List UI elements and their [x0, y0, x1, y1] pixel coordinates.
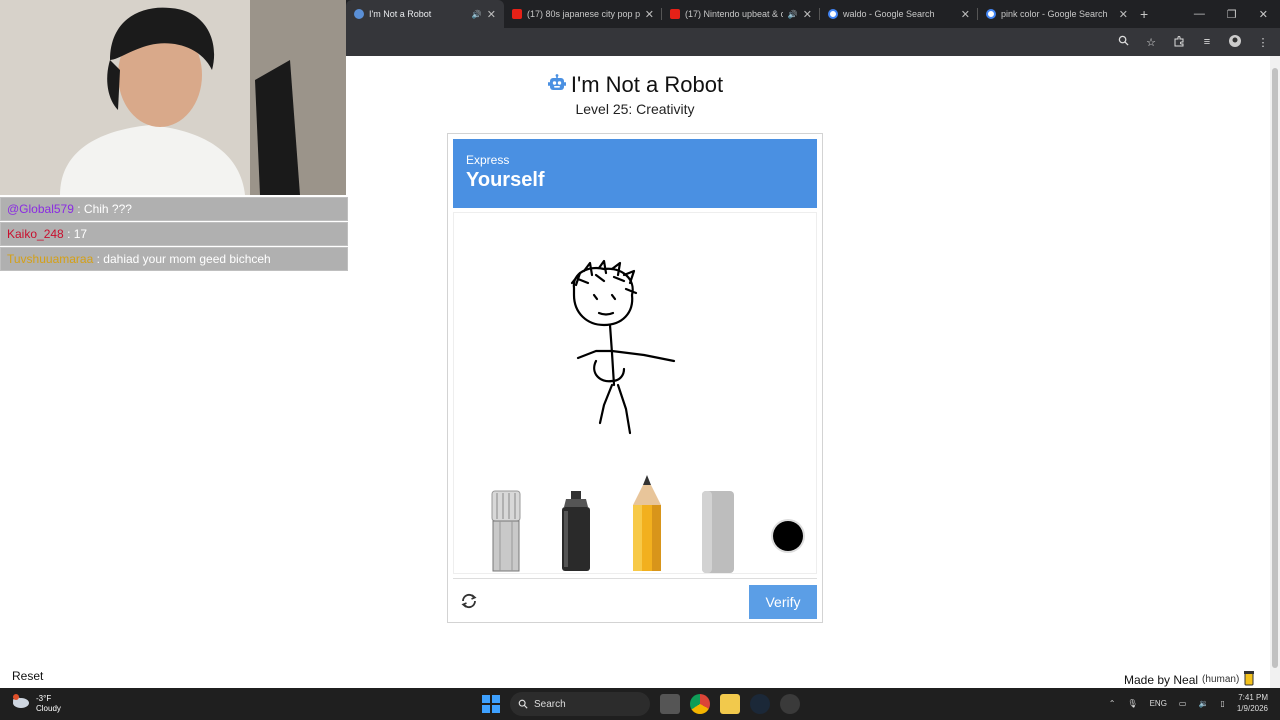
battery-icon[interactable]: ▯ — [1220, 699, 1224, 708]
chat-overlay: @Global579 : Chih ??? Kaiko_248 : 17 Tuv… — [0, 197, 348, 272]
network-icon[interactable]: ▭ — [1179, 699, 1187, 708]
webcam-person — [0, 0, 346, 195]
tab-im-not-a-robot[interactable]: I'm Not a Robot 🔊 ✕ — [346, 0, 504, 28]
chat-text: : 17 — [67, 227, 88, 241]
made-by-credit: Made by Neal (human) — [1124, 670, 1255, 689]
close-tab-icon[interactable]: ✕ — [645, 8, 654, 21]
tab-title: (17) 80s japanese city pop playlist — [527, 9, 640, 19]
google-favicon-icon — [986, 9, 996, 19]
tab-title: (17) Nintendo upbeat & chill — [685, 9, 783, 19]
tab-pink-color[interactable]: pink color - Google Search ✕ — [978, 0, 1136, 28]
robot-icon — [547, 74, 567, 100]
restore-icon[interactable]: ❐ — [1227, 8, 1237, 21]
tab-waldo[interactable]: waldo - Google Search ✕ — [820, 0, 978, 28]
reset-button[interactable]: Reset — [12, 669, 43, 683]
speaker-icon[interactable]: 🔊 — [472, 10, 482, 19]
coffee-cup-icon[interactable] — [1243, 670, 1255, 689]
weather-widget[interactable]: -3°F Cloudy — [10, 693, 61, 714]
browser-toolbar: ☆ ≡ ⋮ — [346, 28, 1280, 56]
language-indicator[interactable]: ENG — [1150, 699, 1167, 708]
reading-list-icon[interactable]: ≡ — [1200, 36, 1214, 48]
scrollbar-thumb[interactable] — [1272, 68, 1278, 668]
zoom-icon[interactable] — [1116, 35, 1130, 49]
tray-expand-icon[interactable]: ⌃ — [1109, 699, 1116, 708]
captcha-footer: Verify — [453, 578, 817, 619]
tab-title: I'm Not a Robot — [369, 9, 432, 19]
weather-temp: -3°F — [36, 693, 52, 703]
chrome-icon[interactable] — [690, 694, 710, 714]
drawing-canvas[interactable] — [453, 212, 817, 574]
weather-condition: Cloudy — [36, 703, 61, 713]
taskbar-search[interactable]: Search — [510, 692, 650, 716]
close-tab-icon[interactable]: ✕ — [1119, 8, 1128, 21]
eraser-icon[interactable] — [700, 489, 736, 573]
youtube-favicon-icon — [512, 9, 522, 19]
made-by-note: (human) — [1202, 674, 1240, 685]
pencil-icon[interactable] — [629, 473, 665, 573]
steam-icon[interactable] — [750, 694, 770, 714]
verify-button[interactable]: Verify — [749, 585, 817, 619]
chat-message: Kaiko_248 : 17 — [0, 222, 348, 246]
system-tray: ⌃ 🎙 ENG ▭ 🔉 ▯ 7:41 PM 1/9/2026 — [1109, 692, 1268, 714]
task-view-icon[interactable] — [660, 694, 680, 714]
obs-icon[interactable] — [780, 694, 800, 714]
tab-title: pink color - Google Search — [1001, 9, 1108, 19]
tab-strip: I'm Not a Robot 🔊 ✕ (17) 80s japanese ci… — [346, 0, 1280, 28]
file-explorer-icon[interactable] — [720, 694, 740, 714]
windows-start-icon[interactable] — [482, 695, 500, 713]
reload-icon[interactable] — [459, 591, 479, 616]
window-controls: — ❐ ✕ — [1194, 8, 1280, 21]
speaker-icon[interactable]: 🔊 — [788, 10, 798, 19]
minimize-icon[interactable]: — — [1194, 8, 1205, 21]
captcha-header-big: Yourself — [466, 169, 545, 191]
tab-city-pop[interactable]: (17) 80s japanese city pop playlist ✕ — [504, 0, 662, 28]
menu-kebab-icon[interactable]: ⋮ — [1256, 36, 1270, 49]
clock-date: 1/9/2026 — [1236, 704, 1268, 713]
tool-palette — [454, 463, 816, 573]
microphone-icon[interactable]: 🎙 — [1127, 699, 1137, 708]
chat-message: Tuvshuuamaraa : dahiad your mom geed bic… — [0, 247, 348, 271]
bookmark-star-icon[interactable]: ☆ — [1144, 36, 1158, 49]
clock[interactable]: 7:41 PM 1/9/2026 — [1237, 692, 1268, 714]
webcam-overlay — [0, 0, 346, 195]
chat-message: @Global579 : Chih ??? — [0, 197, 348, 221]
profile-avatar-icon[interactable] — [1228, 34, 1242, 50]
tab-title: waldo - Google Search — [843, 9, 935, 19]
windows-taskbar: -3°F Cloudy Search ⌃ 🎙 ENG ▭ 🔉 ▯ 7:41 PM… — [0, 688, 1280, 720]
close-tab-icon[interactable]: ✕ — [487, 8, 496, 21]
extensions-icon[interactable] — [1172, 35, 1186, 50]
page-title-text: I'm Not a Robot — [570, 72, 724, 97]
chat-username: @Global579 — [7, 202, 74, 216]
taskbar-apps: Search — [482, 692, 800, 716]
made-by-text: Made by Neal — [1124, 672, 1199, 687]
close-tab-icon[interactable]: ✕ — [803, 8, 812, 21]
page-scrollbar[interactable] — [1270, 56, 1280, 688]
chat-text: : dahiad your mom geed bichceh — [96, 252, 271, 266]
close-window-icon[interactable]: ✕ — [1259, 8, 1268, 21]
search-icon — [518, 699, 528, 709]
chat-text: : Chih ??? — [77, 202, 132, 216]
spray-can-icon[interactable] — [558, 489, 594, 573]
stick-figure-drawing — [570, 259, 676, 435]
chat-username: Tuvshuuamaraa — [7, 252, 94, 266]
paintbrush-icon[interactable] — [488, 489, 524, 573]
tab-nintendo[interactable]: (17) Nintendo upbeat & chill 🔊 ✕ — [662, 0, 820, 28]
captcha-header-small: Express — [466, 153, 510, 167]
clock-time: 7:41 PM — [1238, 693, 1268, 702]
google-favicon-icon — [828, 9, 838, 19]
youtube-favicon-icon — [670, 9, 680, 19]
captcha-header: Express Yourself — [453, 139, 817, 208]
close-tab-icon[interactable]: ✕ — [961, 8, 970, 21]
new-tab-button[interactable]: + — [1140, 6, 1148, 22]
volume-icon[interactable]: 🔉 — [1198, 699, 1208, 708]
cloud-icon — [10, 693, 30, 714]
robot-favicon-icon — [354, 9, 364, 19]
captcha-box: Express Yourself Verify — [447, 133, 823, 623]
chat-username: Kaiko_248 — [7, 227, 64, 241]
search-label: Search — [534, 698, 566, 710]
color-picker-black[interactable] — [773, 521, 803, 551]
